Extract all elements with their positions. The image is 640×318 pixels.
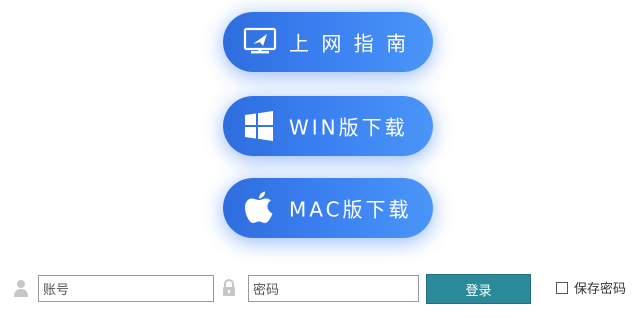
mac-download-button[interactable]: MAC版下载 xyxy=(223,178,433,238)
password-placeholder: 密码 xyxy=(253,283,280,298)
monitor-send-icon xyxy=(243,27,277,57)
online-guide-label: 上 网 指 南 xyxy=(289,31,410,56)
login-button-label: 登录 xyxy=(465,283,492,299)
windows-logo-icon xyxy=(243,110,275,142)
account-input[interactable]: 账号 xyxy=(38,275,214,302)
account-placeholder: 账号 xyxy=(43,283,70,298)
login-bar: 账号 密码 登录 保存密码 xyxy=(0,272,640,304)
remember-password-checkbox[interactable] xyxy=(556,281,568,294)
remember-password-label: 保存密码 xyxy=(574,282,627,297)
user-icon xyxy=(14,279,28,301)
password-input[interactable]: 密码 xyxy=(248,275,419,302)
remember-password[interactable]: 保存密码 xyxy=(556,278,626,297)
lock-icon xyxy=(222,278,236,301)
mac-download-label: MAC版下载 xyxy=(289,197,412,222)
win-download-button[interactable]: WIN版下载 xyxy=(223,96,433,156)
online-guide-button[interactable]: 上 网 指 南 xyxy=(223,12,433,72)
login-button[interactable]: 登录 xyxy=(426,274,531,304)
win-download-label: WIN版下载 xyxy=(289,115,408,140)
apple-logo-icon xyxy=(243,190,275,226)
